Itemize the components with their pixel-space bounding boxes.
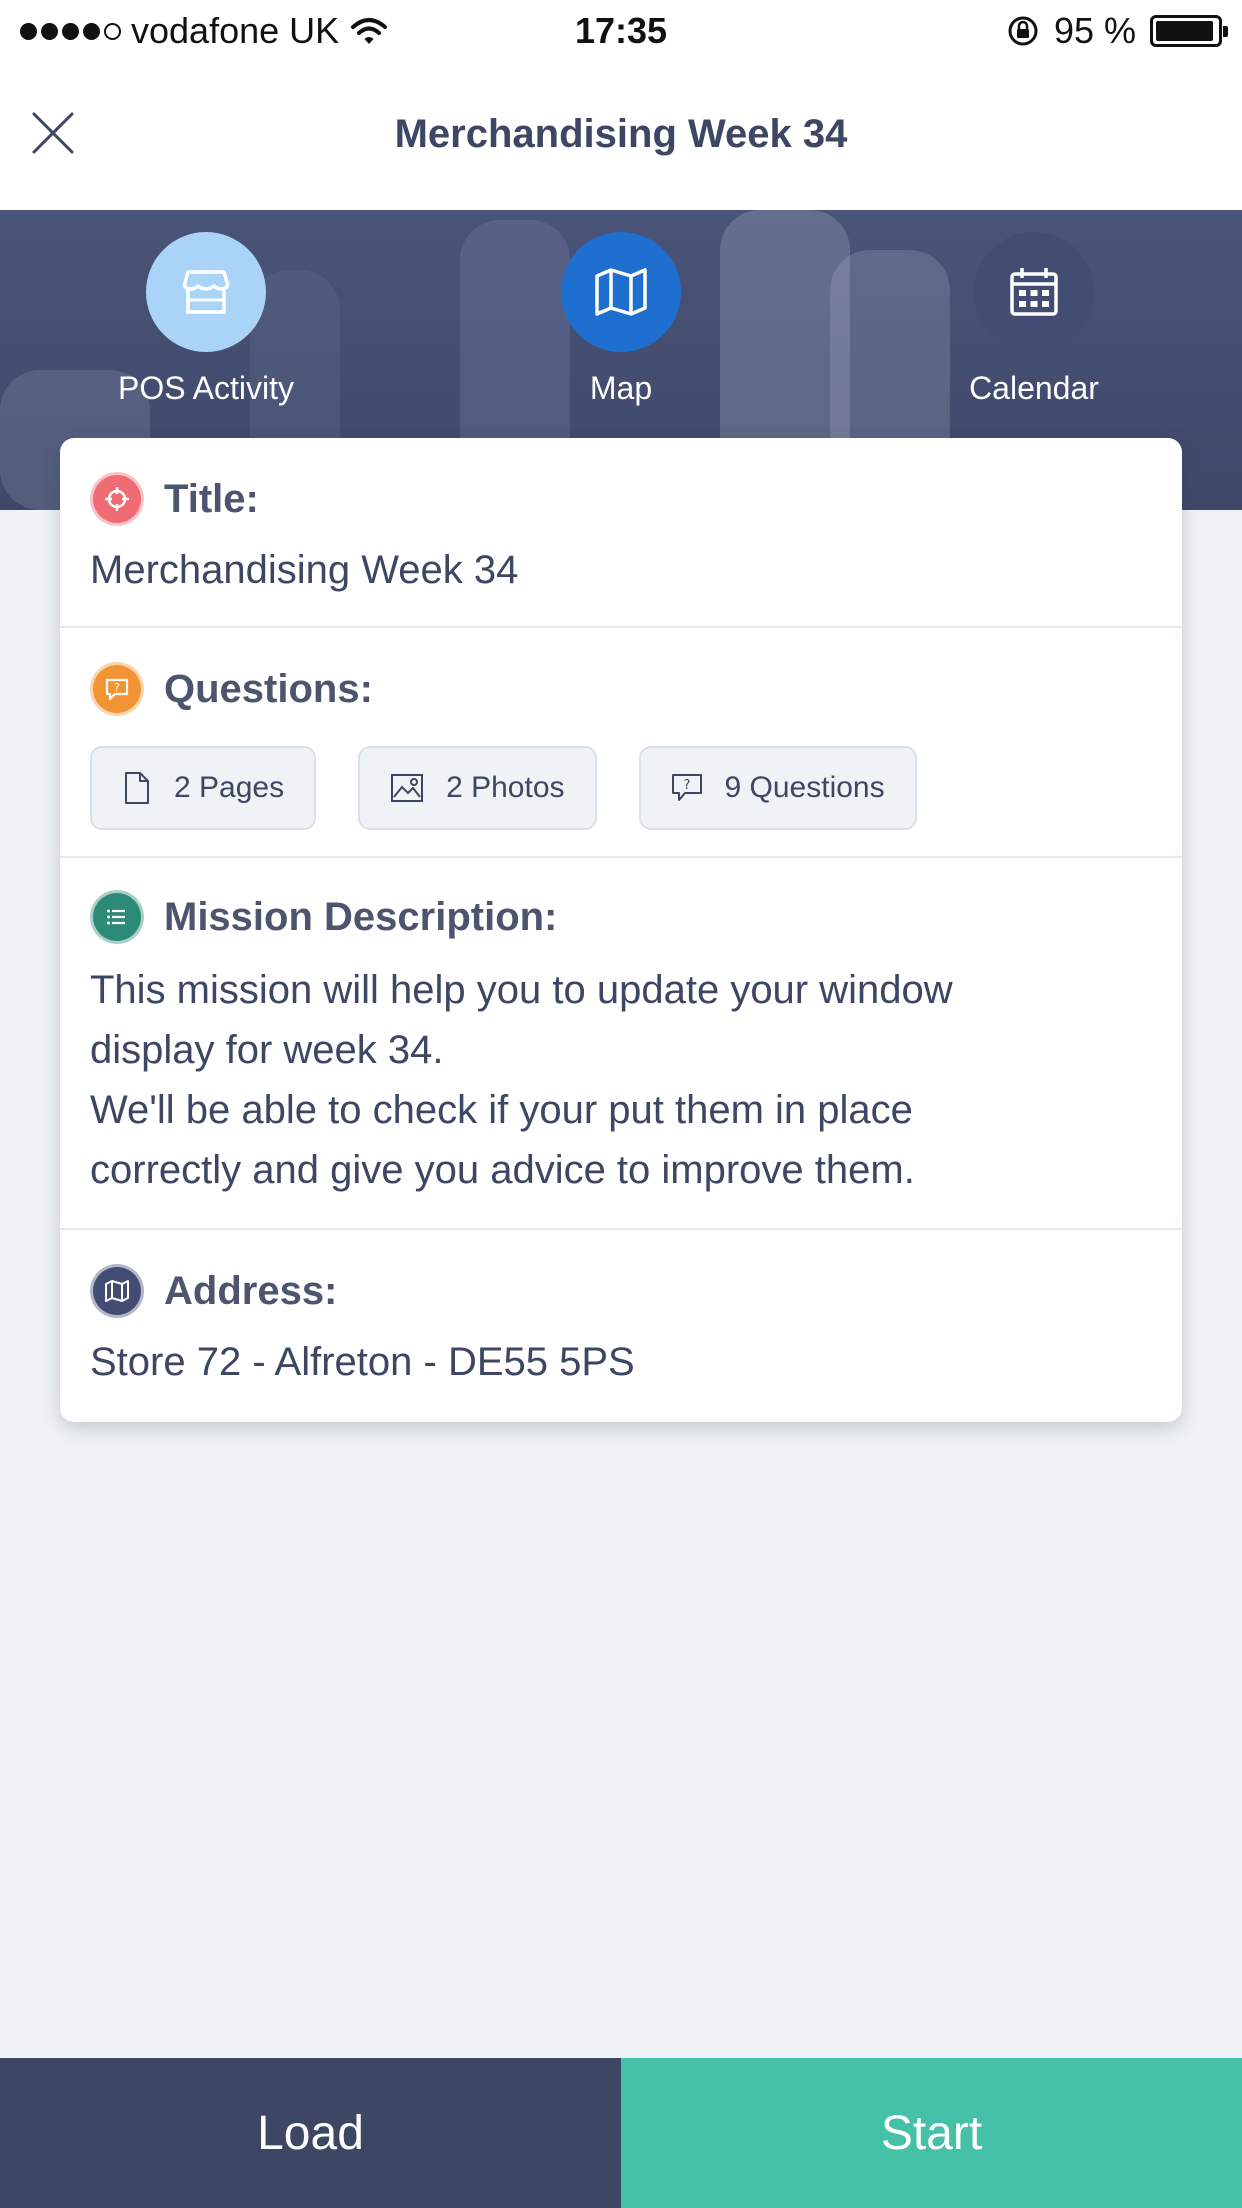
battery-fill: [1156, 21, 1213, 41]
description-line: correctly and give you advice to improve…: [90, 1148, 915, 1192]
svg-text:?: ?: [114, 681, 120, 694]
description-section: Mission Description: This mission will h…: [60, 858, 1182, 1230]
battery-icon: [1150, 15, 1228, 47]
section-header: Title:: [90, 472, 1152, 526]
chip-label: 9 Questions: [724, 771, 885, 804]
tab-label: Map: [589, 370, 653, 406]
tab-label: Calendar: [969, 370, 1099, 406]
section-title: Mission Description:: [164, 894, 558, 939]
question-stats: 2 Pages 2 Photos ? 9 Questions: [90, 746, 1152, 830]
description-line: We'll be able to check if your put them …: [90, 1088, 913, 1132]
list-icon: [90, 890, 144, 944]
status-bar: vodafone UK 17:35 95 %: [0, 0, 1242, 62]
map-icon: [595, 268, 647, 316]
section-title: Title:: [164, 476, 259, 521]
questions-section: ? Questions: 2 Pages 2 Photos ? 9 Questi…: [60, 628, 1182, 858]
title-section: Title: Merchandising Week 34: [60, 438, 1182, 628]
tab-circle: [974, 232, 1094, 352]
calendar-icon: [1010, 268, 1058, 316]
tab-calendar[interactable]: Calendar: [904, 232, 1164, 407]
description-line: display for week 34.: [90, 1028, 444, 1072]
mission-title-value: Merchandising Week 34: [90, 548, 519, 592]
address-section: Address: Store 72 - Alfreton - DE55 5PS: [60, 1230, 1182, 1420]
start-button[interactable]: Start: [621, 2058, 1242, 2208]
status-right: 95 %: [1006, 10, 1228, 52]
page-icon: [125, 772, 149, 804]
load-button[interactable]: Load: [0, 2058, 621, 2208]
bottom-action-bar: Load Start: [0, 2058, 1242, 2208]
tab-circle: [561, 232, 681, 352]
section-title: Address:: [164, 1268, 338, 1313]
store-icon: [182, 270, 230, 314]
nav-header: Merchandising Week 34: [0, 62, 1242, 210]
section-header: ? Questions:: [90, 662, 1152, 716]
rotation-lock-icon: [1008, 16, 1038, 46]
section-header: Mission Description:: [90, 890, 1152, 944]
battery-percentage: 95 %: [1053, 10, 1136, 51]
chip-label: 2 Pages: [174, 771, 285, 804]
photos-chip: 2 Photos: [358, 746, 597, 830]
map-icon: [90, 1264, 144, 1318]
tab-pos-activity[interactable]: POS Activity: [76, 232, 336, 407]
tab-label: POS Activity: [117, 370, 295, 406]
photo-icon: [391, 774, 424, 802]
address-value: Store 72 - Alfreton - DE55 5PS: [90, 1340, 635, 1384]
svg-text:?: ?: [683, 778, 690, 793]
pages-chip: 2 Pages: [90, 746, 317, 830]
target-icon: [90, 472, 144, 526]
tab-map[interactable]: Map: [491, 232, 751, 407]
question-bubble-icon: ?: [671, 774, 702, 801]
mission-description: This mission will help you to update you…: [90, 960, 1152, 1200]
description-line: This mission will help you to update you…: [90, 968, 953, 1012]
page-title: Merchandising Week 34: [394, 112, 848, 156]
chip-label: 2 Photos: [446, 771, 565, 804]
question-bubble-icon: ?: [90, 662, 144, 716]
tab-circle: [146, 232, 266, 352]
section-header: Address:: [90, 1264, 1152, 1318]
mission-detail-card: Title: Merchandising Week 34 ? Questions…: [60, 438, 1182, 1422]
section-title: Questions:: [164, 666, 373, 711]
questions-chip: ? 9 Questions: [638, 746, 917, 830]
